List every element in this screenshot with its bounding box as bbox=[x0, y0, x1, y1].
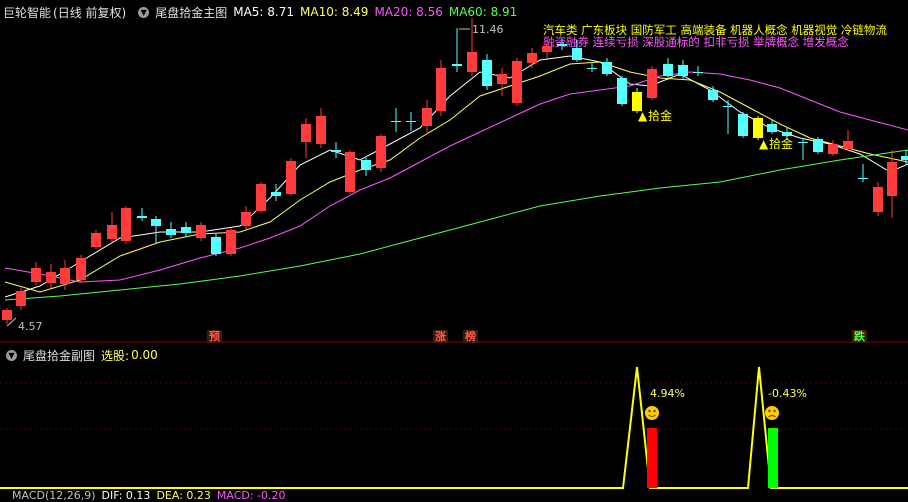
signal-arrow-1: ▲ bbox=[638, 109, 648, 123]
pct-label-2: -0.43% bbox=[768, 387, 807, 400]
signal-arrow-2: ▲ bbox=[759, 137, 769, 151]
candle-body bbox=[166, 229, 176, 235]
moving-average-line bbox=[4, 149, 908, 301]
candle-body bbox=[617, 78, 627, 104]
candle-body bbox=[46, 272, 56, 283]
signal-bar-red bbox=[647, 428, 657, 488]
candle-body bbox=[858, 178, 868, 179]
candle-body bbox=[587, 68, 597, 69]
candle-body bbox=[316, 116, 326, 144]
candle-body bbox=[391, 121, 401, 122]
frown-icon-2 bbox=[765, 406, 779, 420]
candle-body bbox=[241, 212, 251, 226]
candle-body bbox=[887, 162, 897, 196]
signal-label-2: 拾金 bbox=[769, 136, 793, 151]
candle-body bbox=[467, 52, 477, 72]
candle-body bbox=[376, 136, 386, 168]
macd-label[interactable]: MACD(12,26,9) bbox=[12, 489, 96, 502]
candle-body bbox=[482, 60, 492, 86]
candle-body bbox=[301, 124, 311, 142]
candle-body bbox=[137, 216, 147, 218]
candle-body bbox=[60, 268, 70, 284]
candle-body bbox=[107, 225, 117, 239]
candle-body bbox=[798, 142, 808, 143]
candle-body bbox=[181, 227, 191, 233]
signal-bar-green bbox=[768, 428, 778, 488]
candle-body bbox=[767, 124, 777, 132]
dif-value: DIF: 0.13 bbox=[101, 488, 151, 502]
candle-body bbox=[422, 108, 432, 126]
marker-zhang[interactable]: 涨 bbox=[433, 330, 448, 343]
candle-body bbox=[121, 208, 131, 241]
candle-body bbox=[557, 44, 567, 46]
candle-body bbox=[873, 187, 883, 212]
smiley-icon-1 bbox=[645, 406, 659, 420]
high-price-label: 11.46 bbox=[472, 23, 504, 36]
candle-body bbox=[572, 48, 582, 60]
candle-body bbox=[647, 69, 657, 98]
macd-header: MACD(12,26,9) DIF: 0.13 DEA: 0.23 MACD: … bbox=[0, 488, 292, 502]
candlestick-chart[interactable]: 11.46 4.57 ▲ 拾金 ▲ 拾金 bbox=[0, 0, 908, 343]
candle-body bbox=[708, 90, 718, 100]
candle-body bbox=[693, 72, 703, 73]
candle-body bbox=[452, 64, 462, 66]
candle-body bbox=[753, 118, 763, 138]
candle-body bbox=[527, 53, 537, 63]
macd-value: MACD: -0.20 bbox=[216, 488, 286, 502]
candle-body bbox=[602, 62, 612, 74]
candle-body bbox=[271, 192, 281, 196]
candle-body bbox=[723, 106, 733, 107]
low-price-label: 4.57 bbox=[18, 320, 43, 333]
candle-body bbox=[31, 268, 41, 282]
candle-body bbox=[91, 233, 101, 247]
signal-label-1: 拾金 bbox=[648, 108, 672, 123]
candle-body bbox=[828, 144, 838, 154]
moving-average-line bbox=[4, 61, 908, 293]
marker-die[interactable]: 跌 bbox=[852, 330, 867, 343]
candle-body bbox=[286, 161, 296, 194]
candle-body bbox=[738, 114, 748, 136]
candle-body bbox=[151, 219, 161, 226]
pct-label-1: 4.94% bbox=[650, 387, 685, 400]
moving-average-line bbox=[4, 71, 908, 283]
candle-body bbox=[813, 139, 823, 152]
candle-body bbox=[256, 184, 266, 211]
sub-indicator-chart[interactable]: 4.94% -0.43% bbox=[0, 343, 908, 493]
candle-body bbox=[16, 291, 26, 306]
candle-body bbox=[331, 150, 341, 152]
candle-body bbox=[843, 141, 853, 149]
marker-bang[interactable]: 榜 bbox=[463, 330, 478, 343]
candle-body bbox=[406, 121, 416, 122]
moving-average-line bbox=[4, 55, 908, 298]
candle-body bbox=[76, 258, 86, 280]
candle-body bbox=[512, 61, 522, 103]
candle-body bbox=[361, 160, 371, 170]
candle-body bbox=[226, 230, 236, 254]
candle-body bbox=[345, 152, 355, 192]
dea-value: DEA: 0.23 bbox=[156, 488, 211, 502]
candle-body bbox=[2, 310, 12, 320]
candle-body bbox=[542, 46, 552, 52]
candle-body bbox=[436, 68, 446, 111]
candle-body bbox=[211, 237, 221, 254]
marker-yu[interactable]: 预 bbox=[207, 330, 222, 343]
candle-body bbox=[782, 132, 792, 136]
candle-body bbox=[663, 64, 673, 76]
candle-body bbox=[196, 225, 206, 238]
candle-body bbox=[678, 65, 688, 76]
candle-body bbox=[901, 156, 908, 160]
candle-body bbox=[497, 74, 507, 84]
